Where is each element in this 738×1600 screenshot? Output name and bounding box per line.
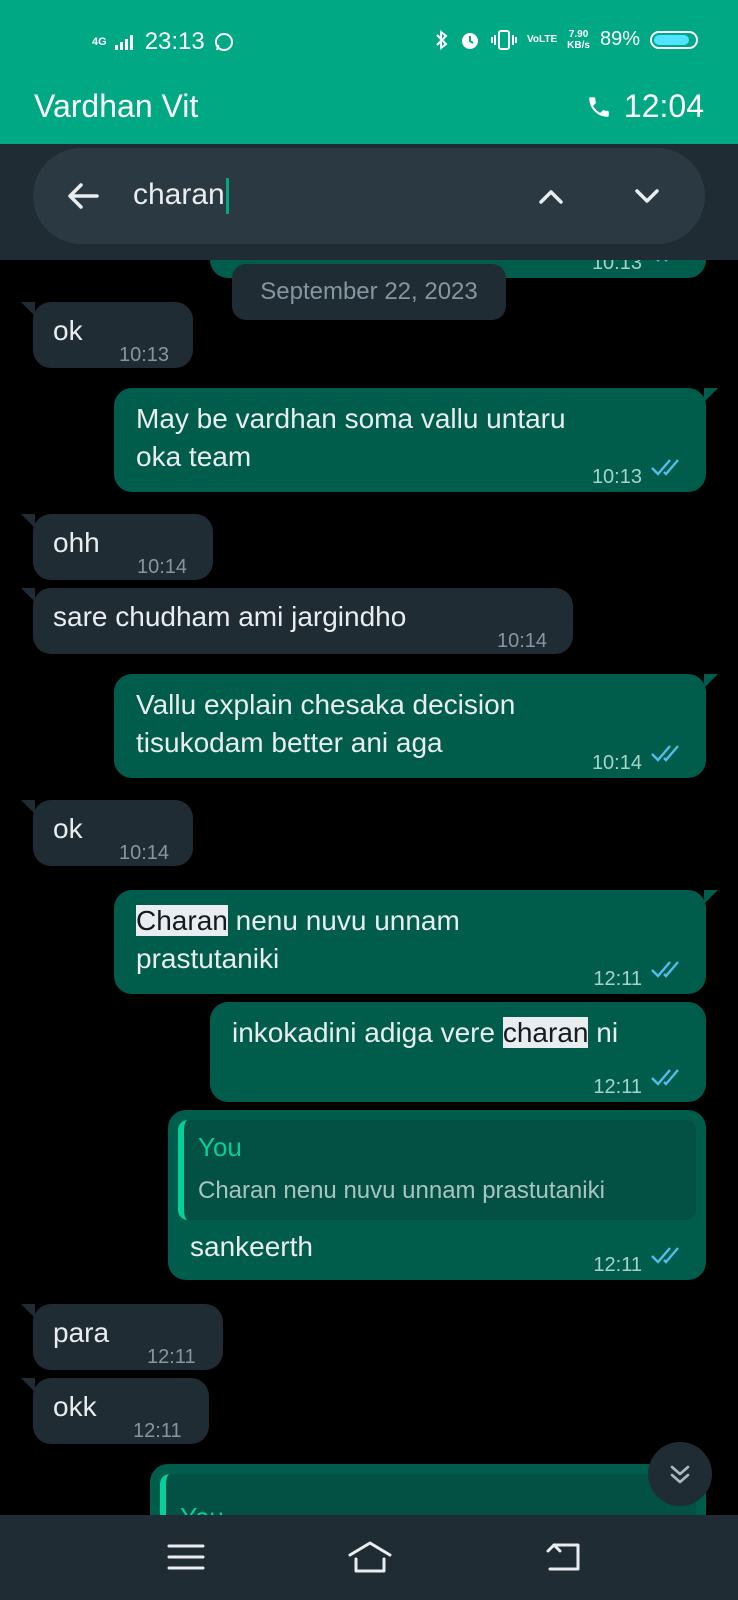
speed-value: 7.90 (568, 28, 589, 40)
quoted-message[interactable]: You Charan nenu nuvu unnam prastutaniki (178, 1120, 696, 1220)
chevron-up-icon[interactable] (533, 178, 569, 214)
whatsapp-icon (214, 33, 233, 51)
message-time: 12:11 (147, 1346, 196, 1368)
call-duration: 12:04 (623, 88, 704, 124)
message-text: para (53, 1317, 110, 1348)
message-text-before: inkokadini adiga vere (232, 1017, 503, 1048)
message-text: ok (53, 813, 83, 844)
alarm-icon (461, 32, 478, 49)
chat-header[interactable]: Vardhan Vit 12:04 (0, 84, 738, 144)
search-bar[interactable]: charan (33, 148, 705, 244)
search-panel: charan (0, 144, 738, 260)
status-time: 23:13 (144, 28, 205, 55)
quoted-message[interactable]: You (160, 1474, 696, 1515)
message-time: 12:11 (593, 1254, 642, 1276)
message-text-after: ni (588, 1017, 619, 1048)
speed-indicator: 7.90 KB/s (567, 29, 590, 51)
text-cursor (225, 178, 229, 215)
menu-icon[interactable] (166, 1539, 206, 1575)
search-query: charan (133, 178, 225, 211)
message-line: oka team (136, 441, 252, 472)
message-bubble-incoming[interactable]: para 12:11 (21, 1304, 223, 1370)
message-line: Charan nenu nuvu unnam (136, 902, 460, 940)
message-line: May be vardhan soma vallu untaru (136, 403, 566, 434)
search-highlight: charan (502, 1017, 589, 1048)
battery-icon (650, 30, 698, 49)
message-text: sare chudham ami jargindho (53, 601, 407, 632)
message-text: ok (53, 315, 83, 346)
read-ticks-icon (651, 1247, 679, 1264)
quote-author: You (180, 1482, 682, 1515)
battery-fill (654, 34, 690, 45)
message-bubble-incoming[interactable]: sare chudham ami jargindho 10:14 (21, 588, 573, 654)
battery-percent: 89% (599, 28, 640, 50)
message-line: Vallu explain chesaka decision (136, 689, 516, 720)
volte-label: VoLTE (526, 33, 558, 45)
message-line: tisukodam better ani aga (136, 727, 443, 758)
scroll-to-bottom-button[interactable] (648, 1442, 712, 1506)
double-chevron-down-icon (670, 1465, 690, 1484)
status-left: 4G 23:13 (92, 28, 235, 56)
status-bar: 4G 23:13 VoLTE 7.90 KB/s 89% (0, 0, 738, 84)
quote-author: You (198, 1132, 242, 1162)
message-time: 12:11 (593, 968, 642, 990)
message-text: Vallu explain chesaka decision tisukodam… (136, 686, 515, 762)
message-bubble-outgoing[interactable]: inkokadini adiga vere charan ni 12:11 (210, 1002, 706, 1102)
message-bubble-incoming[interactable]: ok 10:13 (21, 302, 193, 368)
network-4g-label: 4G (92, 36, 107, 48)
message-time: 10:14 (119, 842, 170, 864)
arrow-left-icon[interactable] (63, 176, 103, 216)
message-line: prastutaniki (136, 943, 280, 974)
message-time: 10:14 (591, 752, 642, 774)
message-time: 12:11 (593, 1076, 642, 1098)
speed-unit: KB/s (567, 39, 590, 51)
search-input[interactable]: charan (133, 178, 229, 215)
return-icon[interactable] (544, 1539, 584, 1575)
message-bubble-outgoing[interactable]: Vallu explain chesaka decision tisukodam… (114, 674, 718, 778)
message-bubble-reply[interactable]: You Charan nenu nuvu unnam prastutaniki … (168, 1110, 706, 1280)
message-time: 10:14 (137, 556, 188, 578)
vibrate-icon (490, 29, 517, 50)
message-bubble-incoming[interactable]: ohh 10:14 (21, 514, 213, 580)
read-ticks-icon (651, 745, 679, 762)
signal-icon (114, 35, 133, 50)
phone-icon (589, 96, 609, 117)
message-text: inkokadini adiga vere charan ni (232, 1014, 618, 1052)
message-bubble-outgoing[interactable]: May be vardhan soma vallu untaru oka tea… (114, 388, 718, 492)
message-time: 10:14 (497, 630, 548, 652)
message-bubble-incoming[interactable]: okk 12:11 (21, 1378, 209, 1444)
message-text: ohh (53, 527, 100, 558)
message-time: 10:13 (591, 260, 642, 274)
ongoing-call-indicator[interactable]: 12:04 (586, 88, 704, 125)
message-bubble-outgoing[interactable]: Charan nenu nuvu unnam prastutaniki 12:1… (114, 890, 718, 994)
home-icon[interactable] (346, 1539, 394, 1575)
message-time: 12:11 (133, 1420, 182, 1442)
read-ticks-icon (651, 1069, 679, 1086)
read-ticks-icon (651, 961, 679, 978)
chat-messages[interactable]: 10:13 September 22, 2023 ok 10:13 May be… (0, 260, 738, 1515)
message-text: Charan nenu nuvu unnam prastutaniki (136, 902, 460, 978)
message-time: 10:13 (119, 344, 170, 366)
status-right: VoLTE 7.90 KB/s 89% (435, 28, 698, 51)
message-text: okk (53, 1391, 97, 1422)
message-text: May be vardhan soma vallu untaru oka tea… (136, 400, 566, 476)
system-nav-bar (0, 1515, 738, 1600)
date-divider: September 22, 2023 (232, 264, 506, 320)
message-time: 10:13 (591, 466, 642, 488)
search-highlight: Charan (136, 905, 228, 936)
read-ticks-icon (656, 260, 668, 262)
quote-text: Charan nenu nuvu unnam prastutaniki (198, 1177, 605, 1204)
message-line-rest: nenu nuvu unnam (227, 905, 460, 936)
bluetooth-icon (436, 29, 448, 50)
read-ticks-icon (651, 459, 679, 476)
contact-name[interactable]: Vardhan Vit (34, 88, 198, 125)
message-bubble-incoming[interactable]: ok 10:14 (21, 800, 193, 866)
chevron-down-icon[interactable] (629, 178, 665, 214)
message-text: sankeerth (190, 1231, 313, 1262)
message-bubble-reply-partial[interactable]: You (150, 1464, 706, 1515)
